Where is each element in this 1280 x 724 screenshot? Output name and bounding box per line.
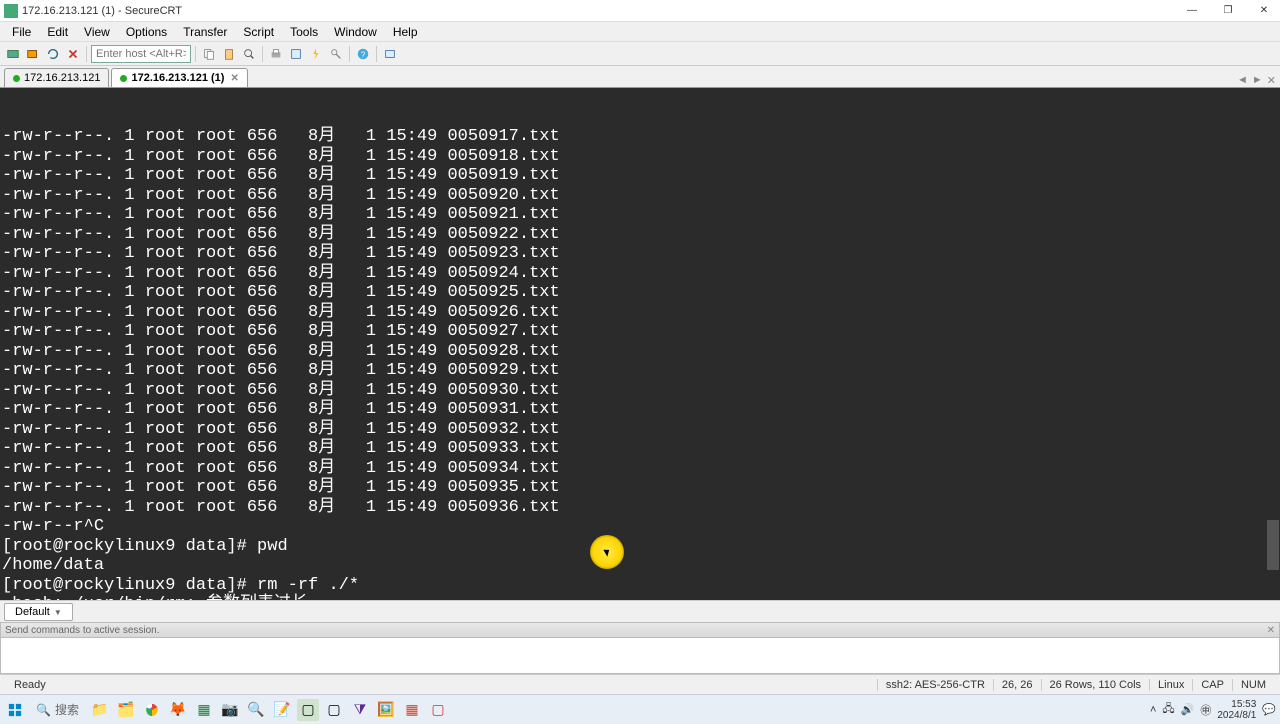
status-caps: CAP xyxy=(1192,679,1232,691)
taskbar-app-explorer[interactable]: 🗂️ xyxy=(115,699,137,721)
window-title: 172.16.213.121 (1) - SecureCRT xyxy=(22,5,1180,17)
taskbar-app-chrome[interactable] xyxy=(141,699,163,721)
taskbar-search[interactable]: 🔍搜索 xyxy=(30,701,85,718)
tray-network-icon[interactable]: 🖧 xyxy=(1162,700,1174,719)
taskbar-clock[interactable]: 15:53 2024/8/1 xyxy=(1217,699,1256,721)
connect-icon[interactable] xyxy=(4,45,22,63)
taskbar-app-excel[interactable]: ▦ xyxy=(193,699,215,721)
menu-bar: FileEditViewOptionsTransferScriptToolsWi… xyxy=(0,22,1280,42)
help-icon[interactable]: ? xyxy=(354,45,372,63)
status-dot-icon xyxy=(13,75,20,82)
taskbar-app-notes[interactable]: 📝 xyxy=(271,699,293,721)
menu-tools[interactable]: Tools xyxy=(282,23,326,41)
app-icon xyxy=(4,4,18,18)
tray-arrow-icon[interactable]: ˄ xyxy=(1150,704,1156,716)
tab-nav: ◄ ► ✕ xyxy=(1237,74,1276,87)
scrollbar-thumb[interactable] xyxy=(1267,520,1279,570)
menu-options[interactable]: Options xyxy=(118,23,175,41)
menu-view[interactable]: View xyxy=(76,23,118,41)
bottom-tab-bar: Default▼ xyxy=(0,600,1280,622)
svg-text:?: ? xyxy=(361,50,366,59)
menu-transfer[interactable]: Transfer xyxy=(175,23,235,41)
host-input[interactable] xyxy=(91,45,191,63)
taskbar-app-ppt[interactable]: ▦ xyxy=(401,699,423,721)
session-tab-default[interactable]: Default▼ xyxy=(4,603,73,621)
properties-icon[interactable] xyxy=(287,45,305,63)
bolt-icon[interactable] xyxy=(307,45,325,63)
command-window-close-icon[interactable]: ✕ xyxy=(1267,625,1275,636)
print-icon[interactable] xyxy=(267,45,285,63)
status-dot-icon xyxy=(120,75,127,82)
key-icon[interactable] xyxy=(327,45,345,63)
status-cursor-pos: 26, 26 xyxy=(993,679,1041,691)
tab-next-icon[interactable]: ► xyxy=(1252,74,1263,87)
terminal-scrollbar[interactable] xyxy=(1266,88,1280,600)
taskbar-app-vs[interactable]: ⧩ xyxy=(349,699,371,721)
terminal-output[interactable]: -rw-r--r--. 1 root root 656 8月 1 15:49 0… xyxy=(0,88,1280,600)
tray-ime-icon[interactable]: ㊥ xyxy=(1200,702,1211,718)
title-bar: 172.16.213.121 (1) - SecureCRT — ❐ ✕ xyxy=(0,0,1280,22)
paste-icon[interactable] xyxy=(220,45,238,63)
status-connection: ssh2: AES-256-CTR xyxy=(877,679,993,691)
taskbar-app-everything[interactable]: 🔍 xyxy=(245,699,267,721)
tab-close-icon[interactable]: ✕ xyxy=(1267,74,1276,87)
toolbar: ? xyxy=(0,42,1280,66)
reconnect-icon[interactable] xyxy=(44,45,62,63)
tab-bar: 172.16.213.121172.16.213.121 (1)✕ ◄ ► ✕ xyxy=(0,66,1280,88)
taskbar-app-img[interactable]: 🖼️ xyxy=(375,699,397,721)
taskbar-app-rec[interactable]: ▢ xyxy=(427,699,449,721)
dropdown-icon[interactable]: ▼ xyxy=(54,608,62,617)
command-window-header: Send commands to active session. ✕ xyxy=(0,622,1280,638)
close-button[interactable]: ✕ xyxy=(1252,2,1276,20)
session-tab[interactable]: 172.16.213.121 (1)✕ xyxy=(111,68,247,87)
menu-window[interactable]: Window xyxy=(326,23,385,41)
start-button[interactable] xyxy=(4,699,26,721)
menu-file[interactable]: File xyxy=(4,23,39,41)
status-bar: Ready ssh2: AES-256-CTR 26, 26 26 Rows, … xyxy=(0,674,1280,694)
tab-close-icon[interactable]: ✕ xyxy=(230,73,238,84)
copy-icon[interactable] xyxy=(200,45,218,63)
status-term-type: Linux xyxy=(1149,679,1192,691)
new-tab-icon[interactable] xyxy=(381,45,399,63)
taskbar-app-firefox[interactable]: 🦊 xyxy=(167,699,189,721)
taskbar-app-folder[interactable]: 📁 xyxy=(89,699,111,721)
session-tab[interactable]: 172.16.213.121 xyxy=(4,68,109,87)
taskbar-app-term[interactable]: ▢ xyxy=(323,699,345,721)
quick-connect-icon[interactable] xyxy=(24,45,42,63)
tray-volume-icon[interactable]: 🔊 xyxy=(1181,703,1195,716)
command-input[interactable] xyxy=(0,638,1280,674)
menu-help[interactable]: Help xyxy=(385,23,426,41)
tray-notifications-icon[interactable]: 💬 xyxy=(1262,703,1276,716)
maximize-button[interactable]: ❐ xyxy=(1216,2,1240,20)
command-window-label: Send commands to active session. xyxy=(5,625,160,636)
tab-prev-icon[interactable]: ◄ xyxy=(1237,74,1248,87)
status-num: NUM xyxy=(1232,679,1274,691)
minimize-button[interactable]: — xyxy=(1180,2,1204,20)
find-icon[interactable] xyxy=(240,45,258,63)
status-size: 26 Rows, 110 Cols xyxy=(1041,679,1150,691)
taskbar-app-camera[interactable]: 📷 xyxy=(219,699,241,721)
status-ready: Ready xyxy=(6,679,877,691)
taskbar-app-securecrt[interactable]: ▢ xyxy=(297,699,319,721)
disconnect-icon[interactable] xyxy=(64,45,82,63)
search-icon: 🔍 xyxy=(36,703,51,717)
menu-script[interactable]: Script xyxy=(235,23,282,41)
menu-edit[interactable]: Edit xyxy=(39,23,76,41)
